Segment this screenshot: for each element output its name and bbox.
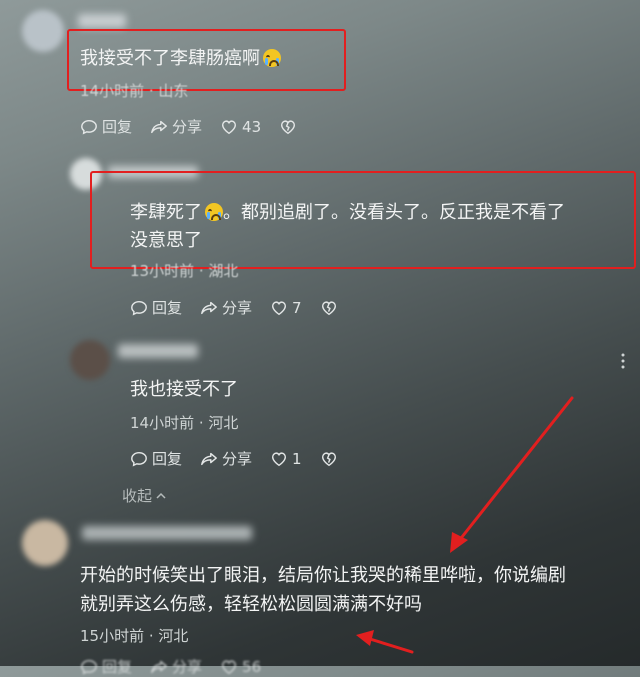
annotation-arrows	[356, 396, 574, 654]
red-arrow-diagonal	[456, 396, 574, 544]
red-arrowhead	[356, 630, 374, 646]
red-arrow-horizontal	[368, 637, 414, 654]
